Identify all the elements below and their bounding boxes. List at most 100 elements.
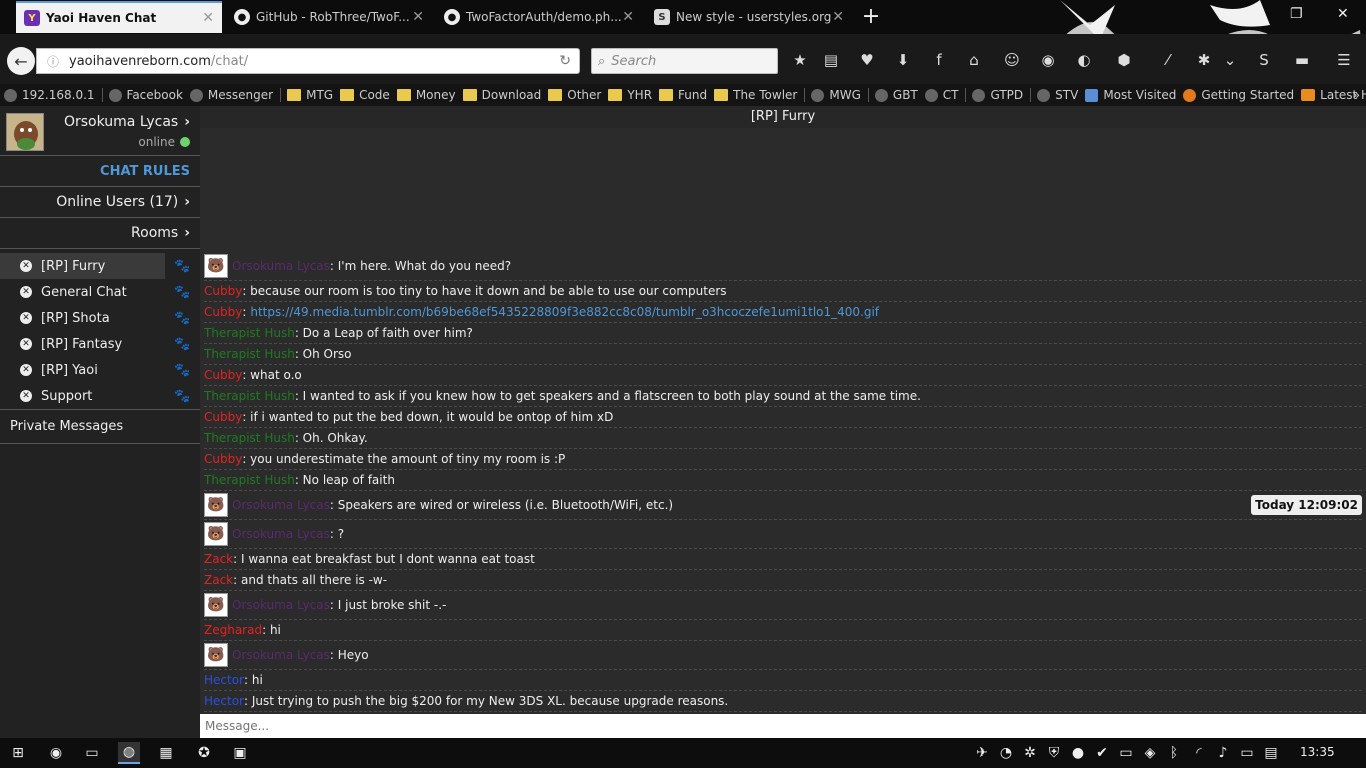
message-nick[interactable]: Cubby: [204, 284, 242, 298]
message-nick[interactable]: Therapist Hush: [204, 347, 295, 361]
extension-bug-icon[interactable]: ✱: [1194, 50, 1214, 70]
message-nick[interactable]: Therapist Hush: [204, 473, 295, 487]
downloads-icon[interactable]: ⬇: [893, 50, 913, 70]
chevron-down-icon[interactable]: ⌄: [1220, 50, 1240, 70]
bookmark-folder[interactable]: YHR: [608, 88, 652, 102]
facebook-icon[interactable]: f: [929, 50, 949, 70]
adblock-icon[interactable]: ⬢: [1114, 50, 1134, 70]
message-nick[interactable]: Therapist Hush: [204, 389, 295, 403]
windows-start-icon[interactable]: ⊞: [7, 742, 29, 764]
close-room-icon[interactable]: ✕: [20, 390, 32, 402]
close-tab-icon[interactable]: ✕: [412, 9, 424, 25]
dropper-icon[interactable]: ⁄: [1158, 50, 1178, 70]
bookmark-item[interactable]: Facebook: [101, 88, 183, 102]
maximize-icon[interactable]: ❐: [1290, 6, 1303, 22]
extension-eye-icon[interactable]: ◐: [1074, 50, 1094, 70]
pocket-icon[interactable]: ♥: [857, 50, 877, 70]
message-nick[interactable]: Orsokuma Lycas: [232, 259, 330, 273]
clock[interactable]: 13:35: [1300, 745, 1335, 759]
message-nick[interactable]: Therapist Hush: [204, 431, 295, 445]
user-avatar-icon[interactable]: 🐻: [204, 593, 228, 617]
close-tab-icon[interactable]: ✕: [622, 9, 634, 25]
message-nick[interactable]: Cubby: [204, 305, 242, 319]
message-nick[interactable]: Orsokuma Lycas: [232, 598, 330, 612]
chrome-icon[interactable]: ◉: [45, 742, 67, 764]
user-avatar-icon[interactable]: 🐻: [204, 254, 228, 278]
bluetooth-icon[interactable]: ᛒ: [1163, 742, 1185, 764]
bookmark-item[interactable]: Messenger: [189, 88, 273, 102]
close-room-icon[interactable]: ✕: [20, 286, 32, 298]
bookmark-item[interactable]: STV: [1030, 88, 1078, 102]
close-room-icon[interactable]: ✕: [20, 364, 32, 376]
tab-twofactorauth-demo[interactable]: ● TwoFactorAuth/demo.ph... ✕: [436, 1, 642, 33]
bookmark-item[interactable]: Most Visited: [1085, 88, 1176, 102]
firefox-icon[interactable]: ◍: [118, 742, 140, 764]
close-room-icon[interactable]: ✕: [20, 338, 32, 350]
bookmark-folder[interactable]: Fund: [659, 88, 707, 102]
message-nick[interactable]: Hector: [204, 673, 244, 687]
terminal-icon[interactable]: ▣: [229, 742, 251, 764]
bookmark-folder[interactable]: Other: [548, 88, 601, 102]
message-nick[interactable]: Zegharad: [204, 623, 262, 637]
message-nick[interactable]: Therapist Hush: [204, 326, 295, 340]
online-users-toggle[interactable]: Online Users (17) ›: [0, 187, 200, 218]
bookmark-star-icon[interactable]: ★: [790, 50, 810, 70]
paw-icon[interactable]: 🐾: [174, 389, 190, 404]
stylish-icon[interactable]: S: [1254, 50, 1274, 70]
discord-icon[interactable]: ◔: [995, 742, 1017, 764]
extension-icon[interactable]: ◉: [1038, 50, 1058, 70]
message-nick[interactable]: Orsokuma Lycas: [232, 648, 330, 662]
antivirus-icon[interactable]: ◈: [1139, 742, 1161, 764]
room-support[interactable]: ✕ Support 🐾: [0, 383, 200, 409]
user-avatar-icon[interactable]: 🐻: [204, 643, 228, 667]
user-avatar-icon[interactable]: 🐻: [204, 522, 228, 546]
monitor-icon[interactable]: ▭: [1115, 742, 1137, 764]
tray-icon[interactable]: ✈: [971, 742, 993, 764]
notifications-icon[interactable]: ▤: [1260, 742, 1282, 764]
close-tab-icon[interactable]: ✕: [202, 10, 214, 26]
room-general-chat[interactable]: ✕ General Chat 🐾: [0, 279, 200, 305]
tab-github-robthree[interactable]: ● GitHub - RobThree/TwoF... ✕: [226, 1, 432, 33]
file-explorer-icon[interactable]: ▭: [81, 742, 103, 764]
paw-icon[interactable]: 🐾: [174, 259, 190, 274]
message-nick[interactable]: Cubby: [204, 368, 242, 382]
room-rp-fantasy[interactable]: ✕ [RP] Fantasy 🐾: [0, 331, 200, 357]
new-tab-button[interactable]: +: [858, 4, 884, 29]
bookmark-item[interactable]: GTPD: [965, 88, 1023, 102]
room-rp-shota[interactable]: ✕ [RP] Shota 🐾: [0, 305, 200, 331]
message-nick[interactable]: Orsokuma Lycas: [232, 527, 330, 541]
minimize-icon[interactable]: —: [1246, 6, 1260, 22]
tab-yaoi-haven-chat[interactable]: Y Yaoi Haven Chat ✕: [16, 1, 222, 33]
user-avatar-icon[interactable]: 🐻: [204, 493, 228, 517]
rooms-toggle[interactable]: Rooms ›: [0, 218, 200, 249]
tray-circle-icon[interactable]: ●: [1067, 742, 1089, 764]
message-link[interactable]: https://49.media.tumblr.com/b69be68ef543…: [250, 305, 879, 319]
message-nick[interactable]: Cubby: [204, 452, 242, 466]
paw-icon[interactable]: 🐾: [174, 337, 190, 352]
avatar[interactable]: [6, 113, 44, 151]
wifi-icon[interactable]: ◜: [1188, 742, 1210, 764]
bookmark-item[interactable]: Getting Started: [1183, 88, 1294, 102]
bookmark-item[interactable]: CT: [924, 88, 958, 102]
extension-bird-icon[interactable]: ▬: [1292, 50, 1312, 70]
search-bar[interactable]: ⌕ Search: [591, 48, 778, 74]
message-nick[interactable]: Zack: [204, 573, 233, 587]
message-nick[interactable]: Orsokuma Lycas: [232, 498, 330, 512]
chevron-right-icon[interactable]: »: [1353, 88, 1360, 102]
shield-icon[interactable]: ⛨: [1043, 742, 1065, 764]
room-rp-furry[interactable]: ✕ [RP] Furry 🐾: [0, 253, 190, 279]
close-window-icon[interactable]: ✕: [1337, 6, 1349, 22]
bookmark-item[interactable]: GBT: [867, 88, 918, 102]
menu-icon[interactable]: ☰: [1334, 50, 1354, 70]
bookmark-item[interactable]: MWG: [804, 88, 861, 102]
settings-icon[interactable]: ✲: [1019, 742, 1041, 764]
chat-rules-link[interactable]: CHAT RULES: [0, 156, 200, 187]
paw-icon[interactable]: 🐾: [174, 363, 190, 378]
bookmark-folder[interactable]: Download: [462, 88, 541, 102]
url-bar[interactable]: ⓘ yaoihavenreborn.com/chat/ ↻: [36, 48, 580, 74]
back-button[interactable]: ←: [7, 47, 35, 75]
message-nick[interactable]: Hector: [204, 694, 244, 708]
close-room-icon[interactable]: ✕: [20, 312, 32, 324]
reading-list-icon[interactable]: ▤: [821, 50, 841, 70]
app-icon[interactable]: ▦: [155, 742, 177, 764]
